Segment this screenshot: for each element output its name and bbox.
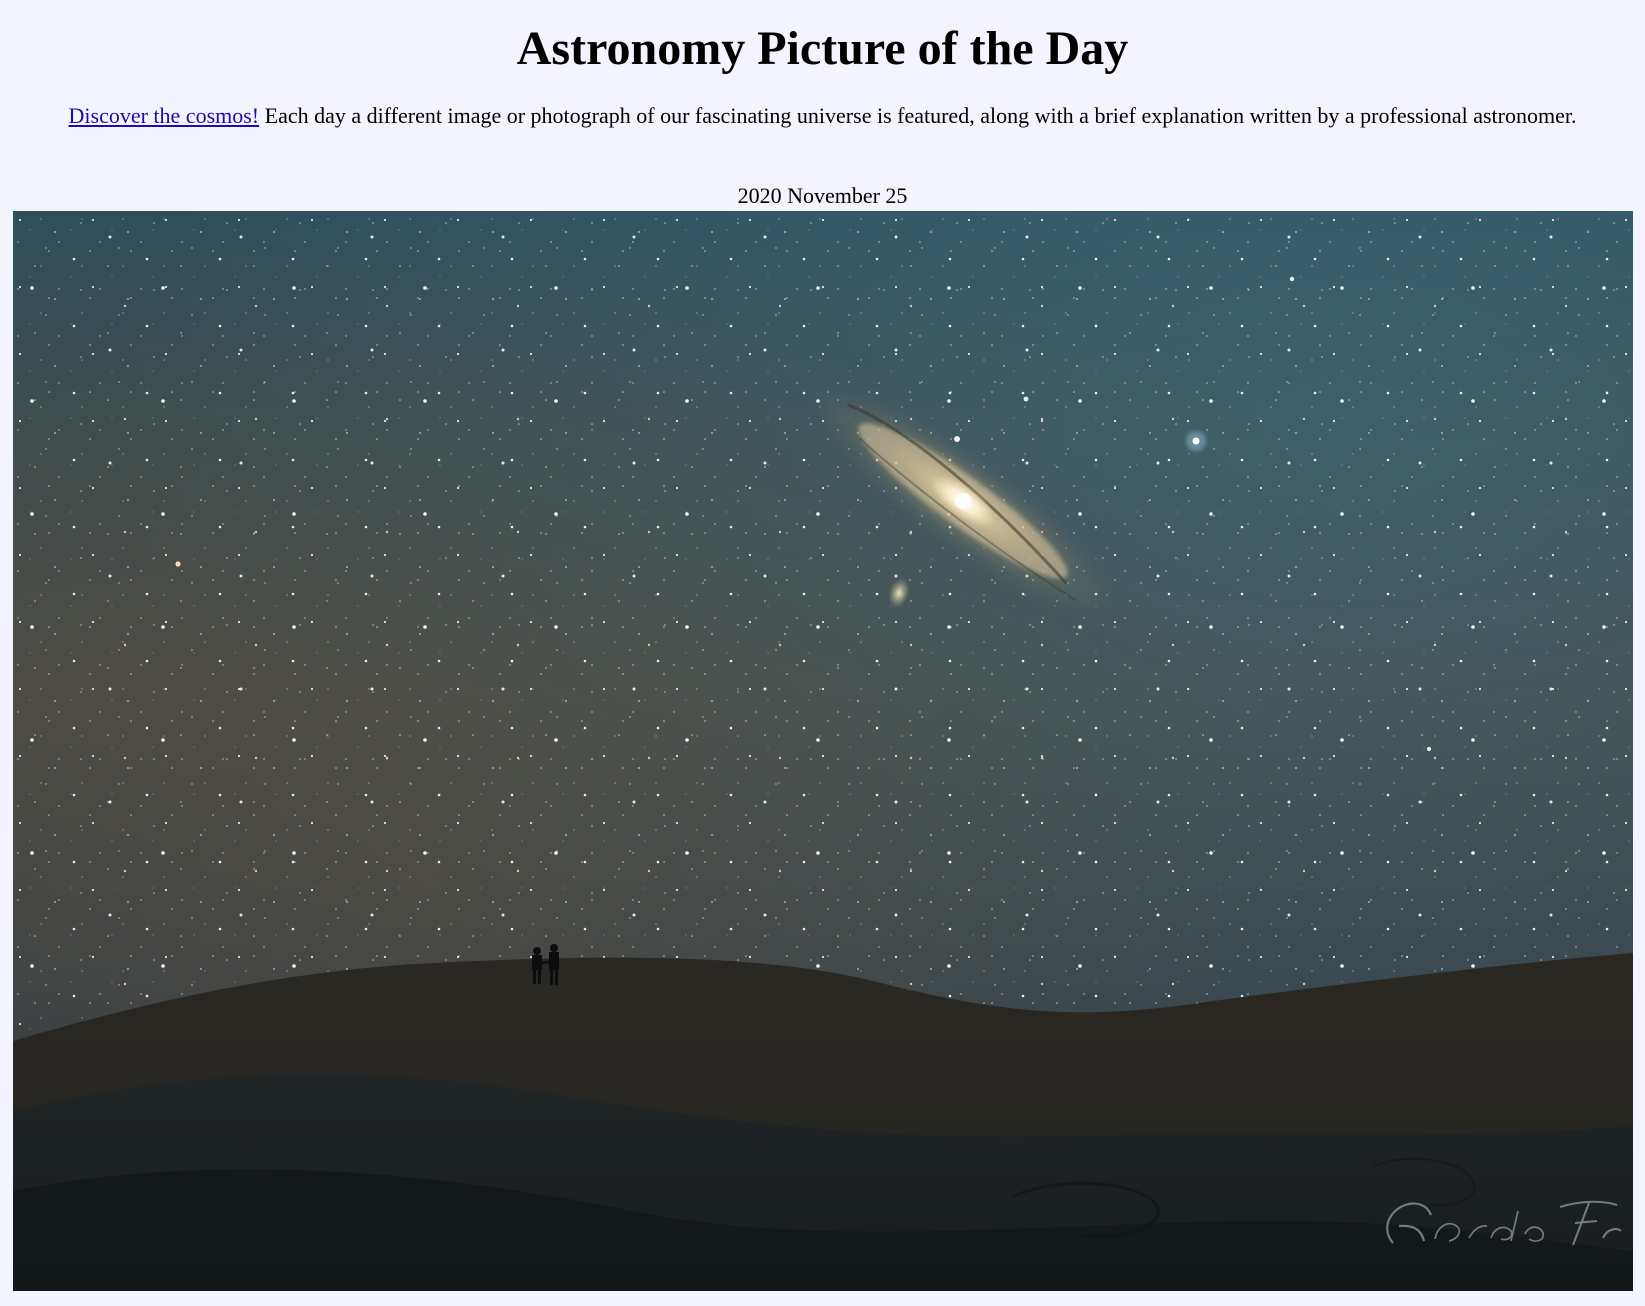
discover-cosmos-link[interactable]: Discover the cosmos! <box>69 103 260 128</box>
andromeda-over-dunes-image <box>13 211 1633 1291</box>
intro-paragraph: Discover the cosmos! Each day a differen… <box>55 102 1590 129</box>
apod-image-link[interactable] <box>13 211 1633 1291</box>
page-title: Astronomy Picture of the Day <box>516 22 1129 75</box>
intro-text: Each day a different image or photograph… <box>259 103 1577 128</box>
apod-date: 2020 November 25 <box>737 183 908 208</box>
apod-page: Astronomy Picture of the Day Discover th… <box>0 0 1645 1306</box>
